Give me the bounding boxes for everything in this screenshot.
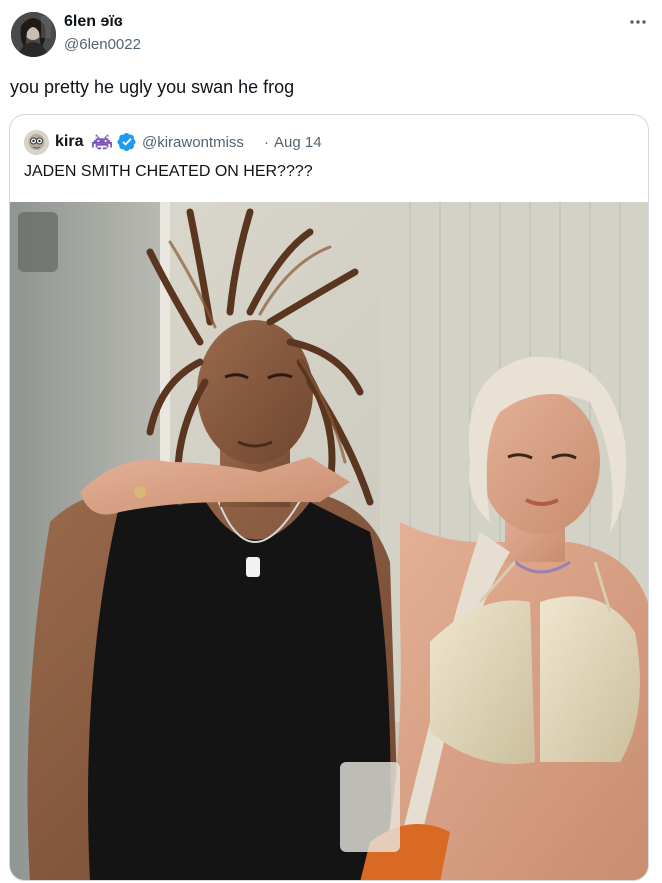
quoted-author-handle[interactable]: @kirawontmiss [142,134,244,151]
tweet-text: you pretty he ugly you swan he frog [10,77,295,97]
user-avatar-icon [11,12,56,57]
author-handle[interactable]: @6len0022 [64,36,141,53]
quoted-tweet-date[interactable]: Aug 14 [274,134,322,151]
separator-dot: · [264,134,269,151]
quoted-tweet-photo[interactable] [10,202,648,880]
author-avatar[interactable] [11,12,56,57]
quoted-tweet-card[interactable]: kira @kirawontmiss · Aug 14 JADEN SMITH … [9,114,649,881]
quoted-user-avatar-icon [24,130,49,155]
quoted-author-avatar[interactable] [24,130,49,155]
quoted-tweet-text: JADEN SMITH CHEATED ON HER???? [24,163,313,180]
photo-image [10,202,648,880]
space-invader-emoji-icon [92,132,112,152]
verified-badge-icon [117,132,137,152]
author-display-name[interactable]: 6len ɘïɞ [64,13,123,31]
tweet-container: 6len ɘïɞ @6len0022 you pretty he ugly yo… [0,0,662,883]
quoted-author-display-name[interactable]: kira [55,133,83,151]
more-horizontal-icon[interactable] [624,8,652,36]
